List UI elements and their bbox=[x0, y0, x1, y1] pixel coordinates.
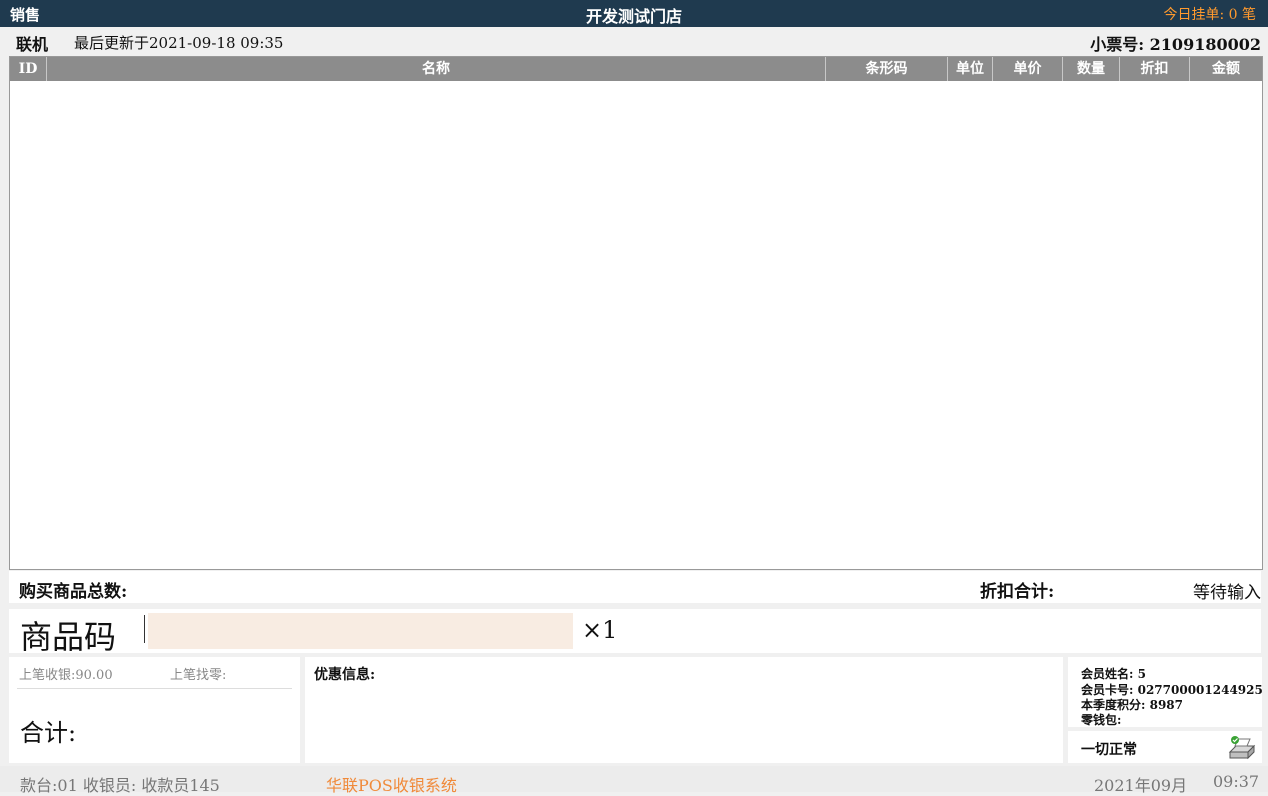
status-line: 联机 最后更新于2021-09-18 09:35 小票号: 2109180002 bbox=[0, 27, 1268, 54]
quantity-multiplier: ×1 bbox=[582, 616, 618, 644]
last-change: 上笔找零: bbox=[170, 668, 227, 683]
promotion-label: 优惠信息: bbox=[314, 667, 376, 683]
col-discount: 折扣 bbox=[1119, 57, 1189, 81]
store-name: 开发测试门店 bbox=[585, 7, 682, 26]
col-quantity: 数量 bbox=[1062, 57, 1119, 81]
system-status-text: 一切正常 bbox=[1081, 742, 1137, 758]
title-bar: 销售 开发测试门店 今日挂单: 0 笔 bbox=[0, 0, 1268, 27]
footer-time: 09:37 bbox=[1213, 772, 1260, 791]
summary-bar: 购买商品总数: 折扣合计: 等待输入 bbox=[9, 571, 1261, 603]
table-header: ID 名称 条形码 单位 单价 数量 折扣 金额 bbox=[10, 57, 1262, 81]
col-amount: 金额 bbox=[1189, 57, 1262, 81]
printer-icon[interactable] bbox=[1226, 734, 1258, 762]
promotion-panel: 优惠信息: bbox=[305, 657, 1063, 763]
last-updated: 最后更新于2021-09-18 09:35 bbox=[74, 34, 284, 52]
member-wallet: 零钱包: bbox=[1081, 713, 1122, 727]
pending-orders[interactable]: 今日挂单: 0 笔 bbox=[1163, 4, 1256, 24]
product-code-row: 商品码 ×1 bbox=[9, 609, 1261, 656]
last-paid: 上笔收银:90.00 bbox=[19, 668, 113, 683]
total-items-label: 购买商品总数: bbox=[19, 582, 128, 602]
col-id: ID bbox=[18, 61, 38, 77]
footer-bar: 款台:01 收银员: 收款员145 华联POS收银系统 2021年09月 09:… bbox=[0, 766, 1268, 795]
col-unit: 单位 bbox=[947, 57, 992, 81]
discount-total-label: 折扣合计: bbox=[980, 582, 1055, 602]
member-panel: 会员姓名: 5 会员卡号: 027700001244925 本季度积分: 898… bbox=[1068, 657, 1263, 727]
items-table[interactable]: ID 名称 条形码 单位 单价 数量 折扣 金额 bbox=[9, 56, 1263, 570]
brand-name: 华联POS收银系统 bbox=[326, 776, 457, 795]
divider bbox=[17, 688, 292, 689]
total-label: 合计: bbox=[20, 719, 77, 747]
terminal-cashier: 款台:01 收银员: 收款员145 bbox=[20, 776, 220, 795]
member-name: 会员姓名: 5 bbox=[1081, 667, 1146, 681]
col-barcode: 条形码 bbox=[825, 57, 947, 81]
text-cursor bbox=[144, 615, 145, 643]
footer-date: 2021年09月 bbox=[1094, 776, 1188, 795]
product-code-input[interactable] bbox=[148, 613, 573, 649]
col-price: 单价 bbox=[992, 57, 1062, 81]
input-status: 等待输入 bbox=[1193, 583, 1261, 603]
system-status-panel: 一切正常 bbox=[1068, 731, 1262, 763]
last-transaction-panel: 上笔收银:90.00 上笔找零: 合计: bbox=[9, 657, 300, 763]
online-status: 联机 bbox=[16, 35, 49, 54]
col-name: 名称 bbox=[46, 57, 825, 81]
ticket-number: 小票号: 2109180002 bbox=[1090, 35, 1261, 54]
product-code-label: 商品码 bbox=[20, 618, 117, 656]
